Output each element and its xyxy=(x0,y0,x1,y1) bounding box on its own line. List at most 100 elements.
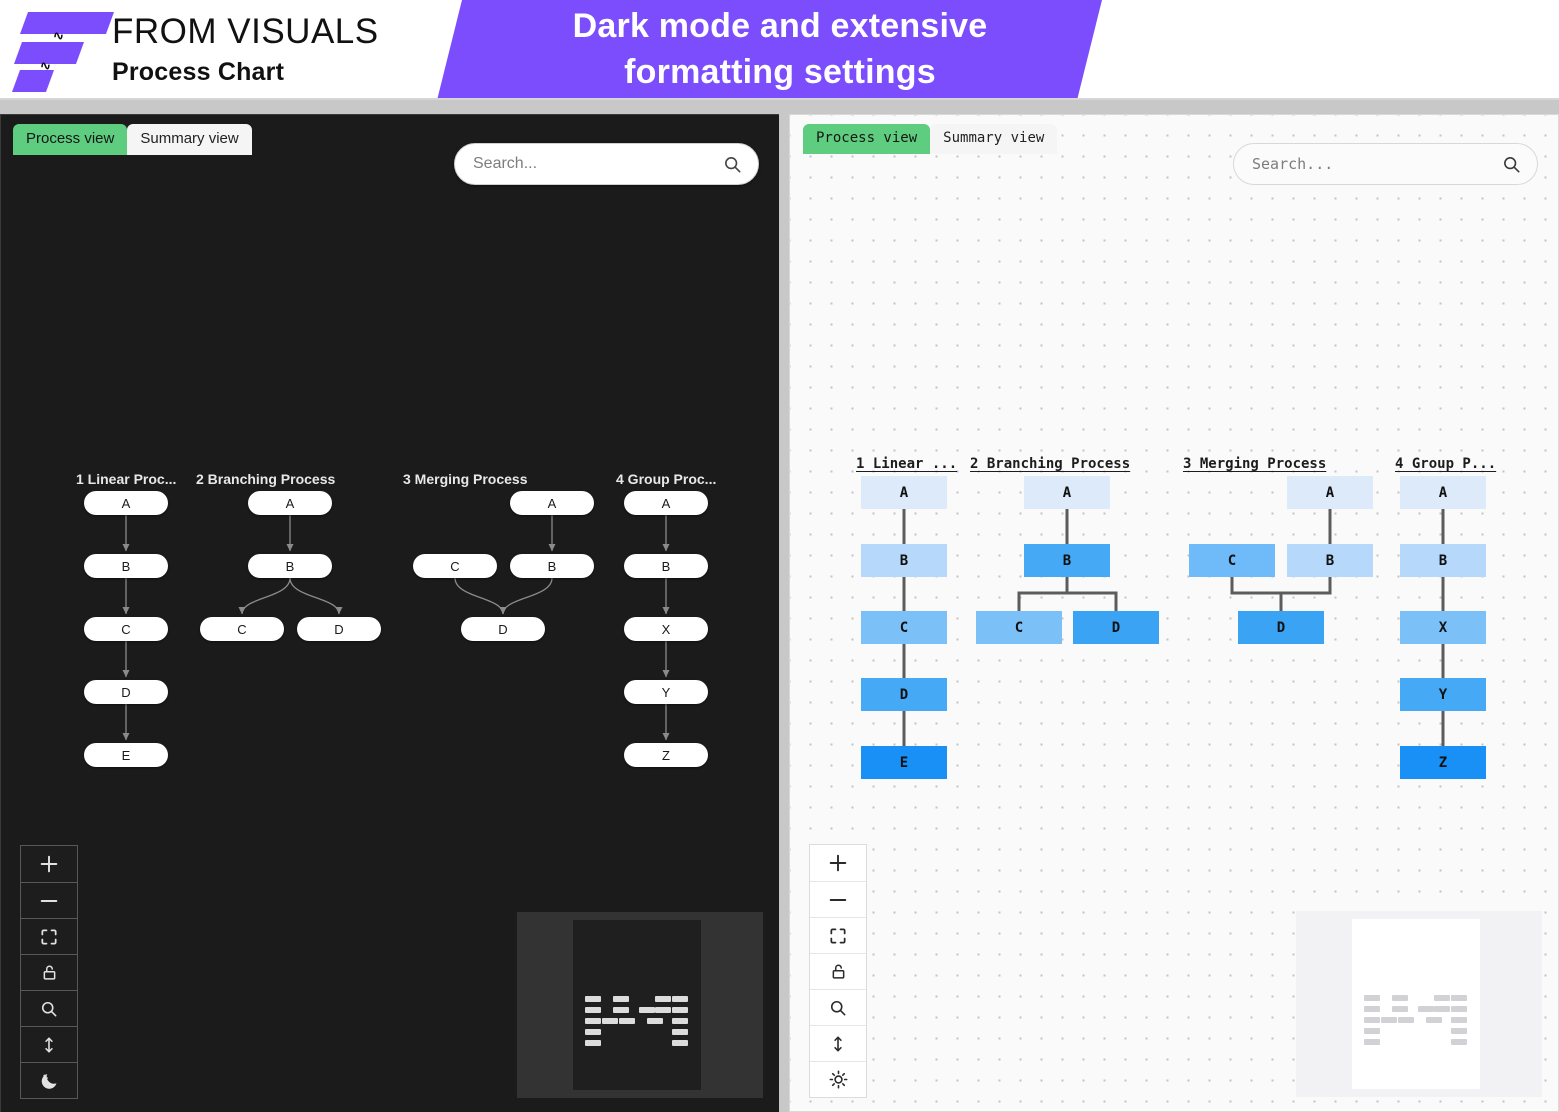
minimap-viewport[interactable] xyxy=(573,920,701,1090)
process-node[interactable]: D xyxy=(84,680,168,704)
search-icon[interactable] xyxy=(1502,155,1537,174)
tab-summary-view[interactable]: Summary view xyxy=(127,124,252,155)
process-node[interactable]: C xyxy=(861,611,947,644)
sun-icon[interactable] xyxy=(810,1061,866,1097)
minimap-node xyxy=(655,1007,671,1013)
process-node[interactable]: B xyxy=(1024,544,1110,577)
minimap-node xyxy=(602,1018,618,1024)
minimap-node xyxy=(1381,1017,1397,1023)
minimap-node xyxy=(585,1007,601,1013)
process-node[interactable]: B xyxy=(624,554,708,578)
column-title-4: 4 Group Proc... xyxy=(616,471,717,487)
unlock-button[interactable] xyxy=(810,953,866,989)
process-node[interactable]: E xyxy=(861,746,947,779)
tab-summary-view[interactable]: Summary view xyxy=(930,124,1058,154)
minimap-node xyxy=(1392,995,1408,1001)
process-node[interactable]: B xyxy=(248,554,332,578)
zoom-out-button[interactable] xyxy=(21,882,77,918)
column-title-1: 1 Linear ... xyxy=(856,456,958,472)
minimap-viewport[interactable] xyxy=(1352,919,1480,1089)
fit-to-screen-button[interactable] xyxy=(810,917,866,953)
search-zoom-button[interactable] xyxy=(21,990,77,1026)
light-panel-tabs: Process view Summary view xyxy=(803,124,1058,154)
minimap-node xyxy=(1426,1017,1442,1023)
fit-to-screen-button[interactable] xyxy=(21,918,77,954)
minimap-node xyxy=(647,1018,663,1024)
minimap-node xyxy=(1364,1039,1380,1045)
process-node[interactable]: E xyxy=(84,743,168,767)
dark-search-box[interactable]: Search... xyxy=(454,143,759,185)
process-node[interactable]: D xyxy=(861,678,947,711)
light-search-box[interactable]: Search... xyxy=(1233,143,1538,185)
minimap-node xyxy=(585,1018,601,1024)
process-node[interactable]: D xyxy=(461,617,545,641)
zoom-out-button[interactable] xyxy=(810,881,866,917)
expand-vertical-button[interactable] xyxy=(810,1025,866,1061)
process-node[interactable]: C xyxy=(1189,544,1275,577)
process-node[interactable]: X xyxy=(1400,611,1486,644)
process-node[interactable]: B xyxy=(510,554,594,578)
tab-process-view[interactable]: Process view xyxy=(13,124,128,155)
minimap-node xyxy=(585,1029,601,1035)
minimap-node xyxy=(1451,1028,1467,1034)
process-node[interactable]: D xyxy=(1238,611,1324,644)
minimap-node xyxy=(585,1040,601,1046)
process-node[interactable]: A xyxy=(510,491,594,515)
zoom-in-button[interactable] xyxy=(810,845,866,881)
minimap-node xyxy=(613,1007,629,1013)
search-icon[interactable] xyxy=(723,155,758,174)
minimap-node xyxy=(672,1029,688,1035)
column-title-1: 1 Linear Proc... xyxy=(76,471,177,487)
process-node[interactable]: D xyxy=(297,617,381,641)
process-node[interactable]: Y xyxy=(1400,678,1486,711)
column-title-3: 3 Merging Process xyxy=(403,471,528,487)
process-node[interactable]: X xyxy=(624,617,708,641)
process-node[interactable]: Y xyxy=(624,680,708,704)
minimap-node xyxy=(1392,1006,1408,1012)
minimap-node xyxy=(585,996,601,1002)
process-node[interactable]: C xyxy=(84,617,168,641)
search-zoom-button[interactable] xyxy=(810,989,866,1025)
minimap-node xyxy=(1451,1039,1467,1045)
process-node[interactable]: B xyxy=(84,554,168,578)
dark-mode-panel: Process view Summary view Search... 1 Li… xyxy=(0,114,779,1112)
light-panel-toolbar[interactable] xyxy=(809,844,867,1098)
process-node[interactable]: A xyxy=(1287,476,1373,509)
dark-panel-toolbar[interactable] xyxy=(20,845,78,1099)
dark-minimap[interactable] xyxy=(517,912,763,1098)
minimap-node xyxy=(1451,995,1467,1001)
light-mode-panel: Process view Summary view Search... 1 Li… xyxy=(789,114,1559,1112)
minimap-node xyxy=(1451,1017,1467,1023)
unlock-button[interactable] xyxy=(21,954,77,990)
dark-panel-tabs: Process view Summary view xyxy=(13,124,252,155)
minimap-node xyxy=(1451,1006,1467,1012)
logo-bar-top xyxy=(19,12,115,34)
light-minimap[interactable] xyxy=(1296,911,1542,1097)
process-node[interactable]: A xyxy=(861,476,947,509)
moon-icon[interactable] xyxy=(21,1062,77,1098)
process-node[interactable]: B xyxy=(1400,544,1486,577)
tab-process-view[interactable]: Process view xyxy=(803,124,931,154)
column-title-2: 2 Branching Process xyxy=(970,456,1131,472)
process-node[interactable]: A xyxy=(84,491,168,515)
process-node[interactable]: A xyxy=(248,491,332,515)
banner-text: Dark mode and extensive formatting setti… xyxy=(470,0,1090,98)
page-header: ∿ ∿ FROM VISUALS Process Chart Dark mode… xyxy=(0,0,1559,100)
panels-stage: Process view Summary view Search... 1 Li… xyxy=(0,100,1559,1112)
process-node[interactable]: B xyxy=(1287,544,1373,577)
minimap-node xyxy=(672,1018,688,1024)
minimap-node xyxy=(613,996,629,1002)
process-node[interactable]: C xyxy=(976,611,1062,644)
process-node[interactable]: Z xyxy=(1400,746,1486,779)
process-node[interactable]: D xyxy=(1073,611,1159,644)
zoom-in-button[interactable] xyxy=(21,846,77,882)
process-node[interactable]: A xyxy=(1024,476,1110,509)
process-node[interactable]: C xyxy=(200,617,284,641)
process-node[interactable]: Z xyxy=(624,743,708,767)
process-node[interactable]: C xyxy=(413,554,497,578)
process-node[interactable]: A xyxy=(624,491,708,515)
process-node[interactable]: A xyxy=(1400,476,1486,509)
minimap-node xyxy=(1434,1006,1450,1012)
process-node[interactable]: B xyxy=(861,544,947,577)
expand-vertical-button[interactable] xyxy=(21,1026,77,1062)
